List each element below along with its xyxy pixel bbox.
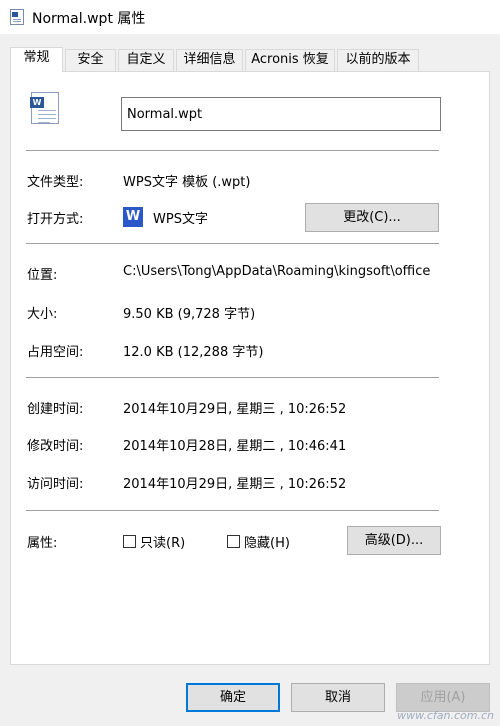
readonly-checkbox[interactable] (123, 535, 136, 548)
size-label: 大小: (27, 307, 58, 322)
divider (26, 243, 439, 244)
location-value: C:\Users\Tong\AppData\Roaming\kingsoft\o… (123, 264, 431, 279)
tab-general[interactable]: 常规 (10, 47, 63, 72)
document-icon (10, 9, 24, 25)
ok-button[interactable]: 确定 (186, 683, 280, 712)
tab-acronis-recovery[interactable]: Acronis 恢复 (245, 49, 335, 71)
modified-label: 修改时间: (27, 439, 84, 454)
accessed-label: 访问时间: (27, 477, 84, 492)
general-panel (10, 71, 490, 665)
modified-value: 2014年10月28日, 星期二 , 10:46:41 (123, 439, 347, 454)
tab-custom[interactable]: 自定义 (118, 49, 174, 71)
wps-document-icon: W (30, 92, 59, 124)
hidden-label[interactable]: 隐藏(H) (244, 532, 290, 551)
location-label: 位置: (27, 268, 58, 283)
window-title: Normal.wpt 属性 (32, 11, 146, 27)
readonly-label[interactable]: 只读(R) (140, 532, 185, 551)
size-value: 9.50 KB (9,728 字节) (123, 307, 256, 322)
file-type-value: WPS文字 模板 (.wpt) (123, 175, 251, 190)
hidden-checkbox[interactable] (227, 535, 240, 548)
open-with-app: WPS文字 (153, 212, 208, 227)
size-on-disk-value: 12.0 KB (12,288 字节) (123, 345, 264, 360)
divider (26, 377, 439, 378)
cancel-button[interactable]: 取消 (291, 683, 385, 712)
tab-security[interactable]: 安全 (65, 49, 116, 71)
size-on-disk-label: 占用空间: (27, 345, 84, 360)
attributes-label: 属性: (27, 536, 58, 551)
file-name-input[interactable] (121, 97, 441, 131)
tab-details[interactable]: 详细信息 (176, 49, 243, 71)
wps-writer-icon: W (123, 207, 143, 227)
watermark: www.cfan.com.cn (397, 709, 494, 722)
accessed-value: 2014年10月29日, 星期三 , 10:26:52 (123, 477, 347, 492)
open-with-label: 打开方式: (27, 212, 84, 227)
file-type-label: 文件类型: (27, 175, 84, 190)
divider (26, 150, 439, 151)
tab-strip: 常规 安全 自定义 详细信息 Acronis 恢复 以前的版本 (10, 47, 490, 72)
tab-previous-versions[interactable]: 以前的版本 (337, 49, 419, 71)
apply-button[interactable]: 应用(A) (396, 683, 490, 712)
change-button[interactable]: 更改(C)... (305, 203, 439, 232)
divider (26, 510, 439, 511)
created-value: 2014年10月29日, 星期三 , 10:26:52 (123, 402, 347, 417)
title-bar: Normal.wpt 属性 (0, 0, 500, 34)
advanced-button[interactable]: 高级(D)... (347, 526, 441, 555)
created-label: 创建时间: (27, 402, 84, 417)
